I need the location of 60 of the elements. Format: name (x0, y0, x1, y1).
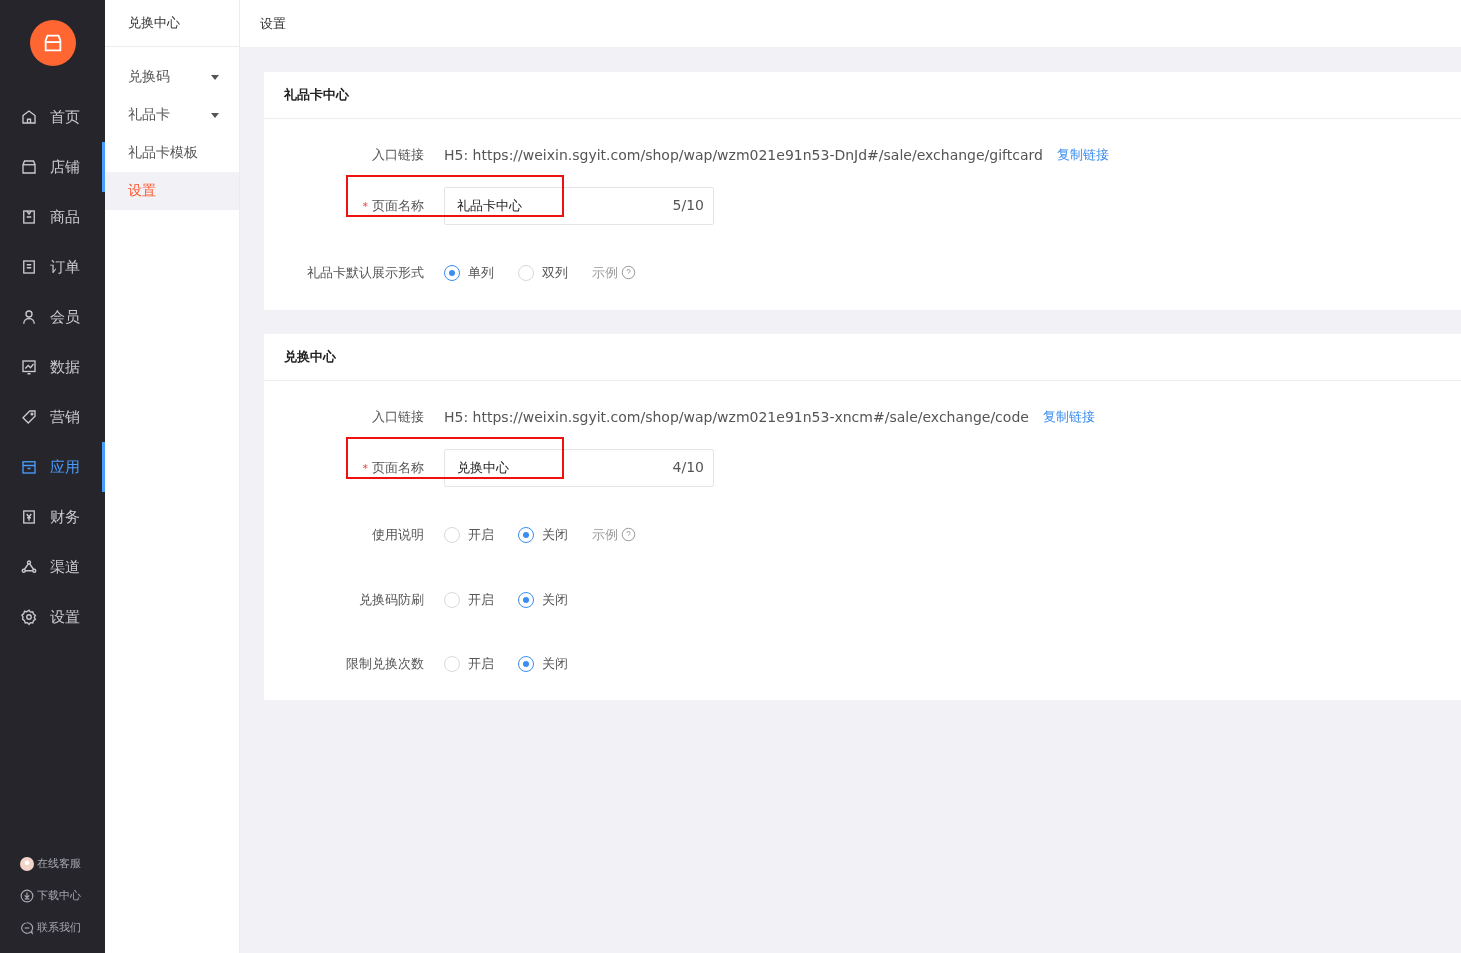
nav-item[interactable]: 会员 (0, 292, 105, 342)
network-icon (20, 558, 38, 576)
footer-link[interactable]: 联系我们 (20, 920, 105, 935)
help-icon[interactable] (621, 265, 636, 280)
user-icon (20, 308, 38, 326)
field-label: 礼品卡默认展示形式 (307, 263, 424, 282)
field-label: 页面名称 (372, 459, 424, 477)
download-icon (20, 888, 34, 903)
copy-link[interactable]: 复制链接 (1042, 408, 1095, 426)
footer-link[interactable]: 下载中心 (20, 888, 105, 903)
menu-title: 兑换中心 (105, 0, 239, 47)
field-label: 入口链接 (372, 408, 424, 426)
radio-option[interactable]: 关闭 (518, 525, 568, 544)
radio-option[interactable]: 双列 (518, 263, 568, 282)
required-asterisk: * (362, 199, 368, 213)
radio-option[interactable]: 关闭 (518, 655, 568, 673)
character-counter: 5/10 (672, 197, 704, 213)
radio-option[interactable]: 开启 (444, 525, 494, 544)
radio-option[interactable]: 单列 (444, 263, 494, 282)
nav-item[interactable]: 渠道 (0, 542, 105, 592)
field-label: 限制兑换次数 (346, 655, 424, 673)
yen-icon (20, 508, 38, 526)
radio-option[interactable]: 开启 (444, 591, 494, 609)
copy-link[interactable]: 复制链接 (1056, 146, 1109, 164)
store-logo[interactable] (29, 20, 76, 66)
nav-item[interactable]: 设置 (0, 592, 105, 642)
field-label: 兑换码防刷 (359, 591, 424, 609)
settings-icon (20, 608, 38, 626)
nav-item[interactable]: 财务 (0, 492, 105, 542)
field-label: 使用说明 (372, 525, 424, 544)
radio-option[interactable]: 关闭 (518, 591, 568, 609)
chat-icon (20, 920, 34, 935)
nav-item[interactable]: 订单 (0, 242, 105, 292)
footer-link[interactable]: 在线客服 (20, 856, 105, 871)
nav-item[interactable]: 商品 (0, 192, 105, 242)
card-title: 礼品卡中心 (264, 72, 1461, 119)
box-icon (20, 458, 38, 476)
nav-item[interactable]: 首页 (0, 92, 105, 142)
goods-icon (20, 208, 38, 226)
help-icon[interactable] (621, 527, 636, 542)
chart-icon (20, 358, 38, 376)
character-counter: 4/10 (672, 459, 704, 475)
submenu-item[interactable]: 兑换码 (105, 58, 239, 96)
submenu-item[interactable]: 礼品卡 (105, 96, 239, 134)
card-title: 兑换中心 (264, 334, 1461, 381)
page-title: 设置 (240, 0, 1461, 47)
document-icon (20, 258, 38, 276)
avatar-icon (20, 856, 34, 871)
nav-item[interactable]: 数据 (0, 342, 105, 392)
submenu-item[interactable]: 礼品卡模板 (105, 134, 239, 172)
radio-option[interactable]: 开启 (444, 655, 494, 673)
entry-url: H5: https://weixin.sgyit.com/shop/wap/wzm021e91n53-xncm#/sale/exchange/code (444, 409, 1029, 425)
store-icon (20, 158, 38, 176)
field-label: 页面名称 (372, 197, 424, 215)
home-icon (20, 108, 38, 126)
nav-item[interactable]: 营销 (0, 392, 105, 442)
field-label: 入口链接 (372, 146, 424, 164)
required-asterisk: * (362, 461, 368, 475)
tag-icon (20, 408, 38, 426)
entry-url: H5: https://weixin.sgyit.com/shop/wap/wzm021e91n53-DnJd#/sale/exchange/giftcard (444, 147, 1043, 163)
